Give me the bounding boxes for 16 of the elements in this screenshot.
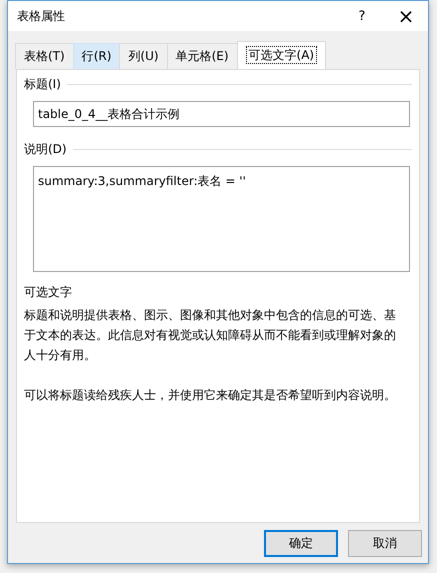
help-paragraph: 可以将标题读给残疾人士，并使用它来确定其是否希望听到内容说明。 xyxy=(24,387,397,404)
help-button[interactable]: ? xyxy=(340,1,384,31)
tab[interactable]: 行(R) xyxy=(72,43,120,69)
close-button[interactable]: × xyxy=(384,1,428,31)
title-field[interactable]: table_0_4__表格合计示例 xyxy=(33,101,410,127)
ok-button[interactable]: 确定 xyxy=(264,530,338,556)
help-paragraph: 标题和说明提供表格、图示、图像和其他对象中包含的信息的可选、基于文本的表达。此信息对有视觉或认知障碍从而不能看到或理解对象的人十分有用。 xyxy=(24,307,397,364)
tab[interactable]: 可选文字(A) xyxy=(236,41,326,69)
description-field[interactable]: summary:3,summaryfilter:表名 = '' xyxy=(33,166,410,272)
tab[interactable]: 列(U) xyxy=(119,43,168,69)
section-heading: 可选文字 xyxy=(24,284,73,301)
group-label: 说明(D) xyxy=(24,141,67,158)
window-title: 表格属性 xyxy=(17,8,66,24)
group-label: 标题(I) xyxy=(24,76,61,93)
cancel-button[interactable]: 取消 xyxy=(348,530,422,556)
tab[interactable]: 表格(T) xyxy=(15,43,74,69)
